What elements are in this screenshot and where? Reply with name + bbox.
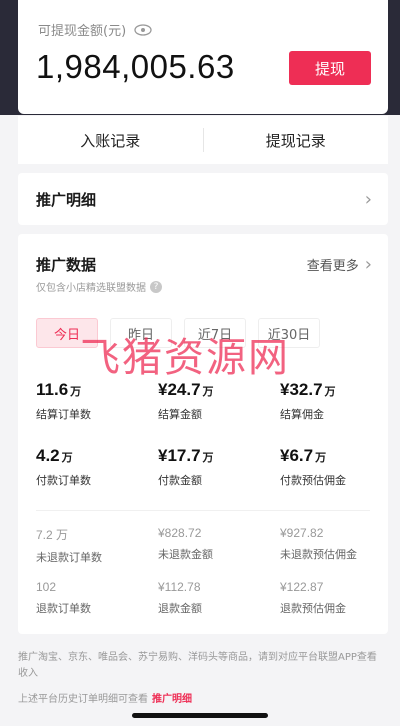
metric-label: 退款预估佣金 bbox=[280, 602, 346, 615]
metric-value: ¥24.7 bbox=[158, 380, 201, 399]
withdraw-button[interactable]: 提现 bbox=[289, 51, 371, 85]
metric-unit: 万 bbox=[70, 385, 82, 398]
balance-card: 可提现金额(元) 1,984,005.63 提现 bbox=[18, 0, 388, 114]
chevron-right-icon: › bbox=[364, 254, 372, 275]
tab-today[interactable]: 今日 bbox=[36, 318, 98, 348]
withdraw-records-link[interactable]: 提现记录 bbox=[204, 130, 389, 151]
tab-last-7-days[interactable]: 近7日 bbox=[184, 318, 246, 348]
metric-unit: 万 bbox=[61, 451, 73, 464]
metric-value: ¥6.7 bbox=[280, 446, 314, 465]
metric-unit: 万 bbox=[202, 385, 214, 398]
tab-yesterday[interactable]: 昨日 bbox=[110, 318, 172, 348]
promo-data-subtitle: 仅包含小店精选联盟数据 bbox=[36, 283, 146, 294]
promo-detail-title: 推广明细 bbox=[36, 190, 97, 209]
divider bbox=[36, 510, 370, 511]
metric-label: 退款订单数 bbox=[36, 602, 91, 615]
metric-label: 未退款金额 bbox=[158, 548, 213, 561]
metric-paid-est-commission: ¥6.7 万 付款预估佣金 bbox=[280, 446, 400, 488]
chevron-right-icon: › bbox=[364, 188, 372, 210]
metric-settled-orders: 11.6 万 结算订单数 bbox=[36, 380, 156, 422]
see-more-label: 查看更多 bbox=[306, 259, 359, 274]
metric-label: 未退款预估佣金 bbox=[280, 548, 357, 561]
metric-value: 4.2 bbox=[36, 446, 60, 465]
metric-unrefunded-est-commission: ¥927.82 未退款预估佣金 bbox=[280, 526, 400, 562]
footer-note: 推广淘宝、京东、唯品会、苏宁易购、洋码头等商品，请到对应平台联盟APP查看收入 bbox=[18, 652, 377, 679]
metric-value: ¥17.7 bbox=[158, 446, 201, 465]
metric-label: 付款预估佣金 bbox=[280, 474, 346, 487]
metric-refund-est-commission: ¥122.87 退款预估佣金 bbox=[280, 580, 400, 616]
metric-paid-amount: ¥17.7 万 付款金额 bbox=[158, 446, 278, 488]
metric-settled-commission: ¥32.7 万 结算佣金 bbox=[280, 380, 400, 422]
tab-last-30-days[interactable]: 近30日 bbox=[258, 318, 320, 348]
promo-detail-link[interactable]: 推广明细 bbox=[152, 694, 192, 705]
balance-label-row: 可提现金额(元) bbox=[38, 20, 152, 39]
metric-value: 102 bbox=[36, 580, 57, 594]
balance-value: 1,984,005.63 bbox=[36, 48, 235, 85]
income-records-link[interactable]: 入账记录 bbox=[18, 130, 203, 151]
metric-value: ¥112.78 bbox=[158, 580, 201, 594]
records-bar: 入账记录 提现记录 bbox=[18, 116, 388, 164]
metric-unit: 万 bbox=[315, 451, 327, 464]
metric-value: ¥828.72 bbox=[158, 526, 202, 540]
metric-paid-orders: 4.2 万 付款订单数 bbox=[36, 446, 156, 488]
promo-data-title: 推广数据 bbox=[36, 256, 97, 274]
footer-history-text: 上述平台历史订单明细可查看 bbox=[18, 694, 148, 705]
home-indicator bbox=[132, 713, 268, 718]
metric-label: 付款订单数 bbox=[36, 474, 91, 487]
footer-history-row: 上述平台历史订单明细可查看 推广明细 bbox=[18, 690, 192, 705]
help-icon[interactable]: ? bbox=[150, 280, 162, 293]
metric-unrefunded-amount: ¥828.72 未退款金额 bbox=[158, 526, 278, 562]
metric-unrefunded-orders: 7.2 万 未退款订单数 bbox=[36, 526, 156, 565]
balance-label: 可提现金额(元) bbox=[38, 24, 127, 39]
metric-refund-orders: 102 退款订单数 bbox=[36, 580, 156, 616]
metric-value: 11.6 bbox=[36, 380, 69, 399]
metric-label: 结算佣金 bbox=[280, 408, 324, 421]
promo-data-card: 推广数据 查看更多 › 仅包含小店精选联盟数据 ? 今日 昨日 近7日 近30日… bbox=[18, 234, 388, 634]
date-tabs: 今日 昨日 近7日 近30日 bbox=[36, 318, 320, 348]
metric-unit: 万 bbox=[202, 451, 214, 464]
metric-refund-amount: ¥112.78 退款金额 bbox=[158, 580, 278, 616]
metric-label: 未退款订单数 bbox=[36, 551, 102, 564]
promo-data-subtitle-row: 仅包含小店精选联盟数据 ? bbox=[36, 279, 162, 294]
metric-label: 结算订单数 bbox=[36, 408, 91, 421]
metric-value: 7.2 万 bbox=[36, 528, 69, 542]
see-more-link[interactable]: 查看更多 › bbox=[307, 254, 372, 275]
eye-icon[interactable] bbox=[134, 23, 152, 36]
metric-label: 结算金额 bbox=[158, 408, 202, 421]
metric-settled-amount: ¥24.7 万 结算金额 bbox=[158, 380, 278, 422]
metric-value: ¥122.87 bbox=[280, 580, 324, 594]
metric-unit: 万 bbox=[324, 385, 336, 398]
promo-detail-row[interactable]: 推广明细 › bbox=[18, 173, 388, 225]
metric-label: 付款金额 bbox=[158, 474, 202, 487]
metric-value: ¥927.82 bbox=[280, 526, 324, 540]
metric-value: ¥32.7 bbox=[280, 380, 323, 399]
metric-label: 退款金额 bbox=[158, 602, 202, 615]
